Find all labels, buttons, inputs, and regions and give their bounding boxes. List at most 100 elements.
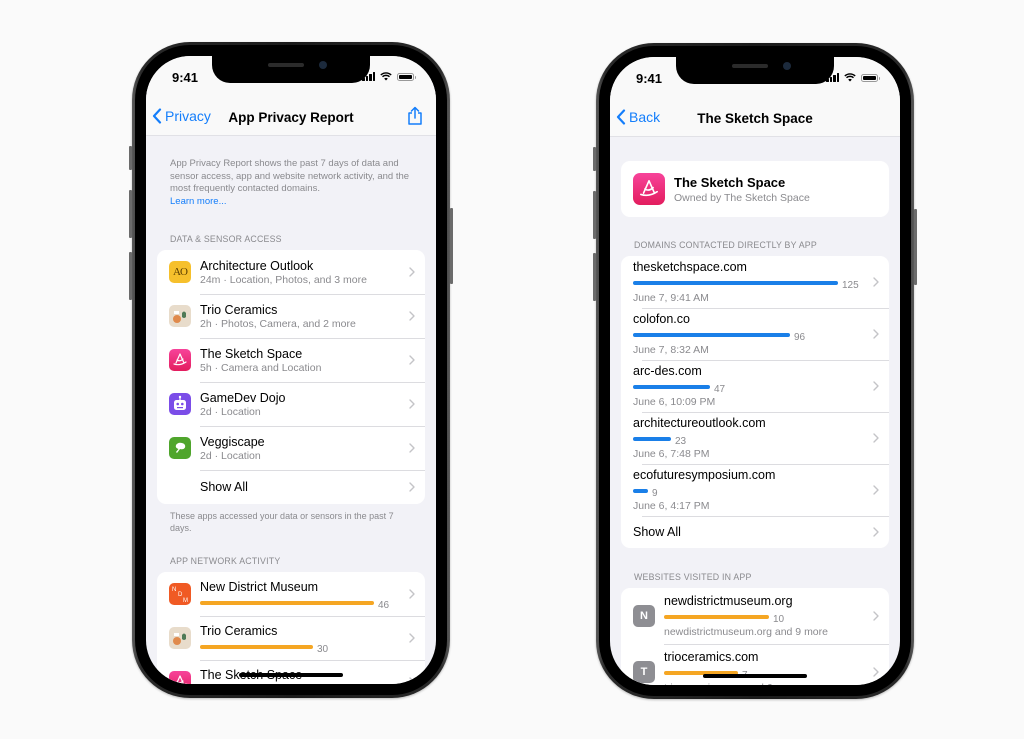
intro-description: App Privacy Report shows the past 7 days… — [170, 158, 410, 194]
sketch-space-app-icon — [633, 173, 665, 205]
app-name: Architecture Outlook — [200, 258, 314, 273]
domain-row[interactable]: architectureoutlook.com 23 June 6, 7:48 … — [621, 412, 889, 464]
app-card: The Sketch Space Owned by The Sketch Spa… — [621, 161, 889, 217]
websites-list: N newdistrictmuseum.org 10 newdistrictmu… — [621, 588, 889, 685]
home-indicator[interactable] — [703, 674, 807, 678]
list-item[interactable]: The Sketch Space 25 — [157, 660, 425, 684]
show-all-button[interactable]: Show All — [621, 516, 889, 548]
app-name: The Sketch Space — [200, 346, 303, 361]
access-summary: 24m · Location, Photos, and 3 more — [200, 273, 367, 286]
app-name: Trio Ceramics — [200, 624, 278, 638]
domain-activity-bar — [633, 385, 710, 389]
website-row[interactable]: T trioceramics.com 7 trioceramics.com an… — [621, 644, 889, 685]
list-item[interactable]: AO Architecture Outlook 24m · Location, … — [157, 250, 425, 294]
list-item[interactable]: Trio Ceramics 2h · Photos, Camera, and 2… — [157, 294, 425, 338]
domain-last-contact: June 6, 10:09 PM — [633, 396, 716, 408]
trio-ceramics-app-icon — [169, 305, 191, 327]
svg-text:M: M — [183, 598, 188, 604]
domain-count: 47 — [714, 384, 726, 395]
power-button — [914, 209, 917, 285]
right-phone: 9:41 Back The Sketch Space The Sketch Sp… — [593, 43, 917, 699]
access-summary: 5h · Camera and Location — [200, 361, 322, 374]
data-sensor-footer: These apps accessed your data or sensors… — [170, 511, 394, 533]
status-time: 9:41 — [172, 70, 199, 85]
domain-row[interactable]: thesketchspace.com 125 June 7, 9:41 AM — [621, 256, 889, 308]
domain-last-contact: June 6, 7:48 PM — [633, 448, 710, 460]
chevron-right-icon — [873, 667, 879, 677]
website-name: trioceramics.com — [664, 650, 759, 664]
left-phone: 9:41 Privacy App Privacy Report App Priv… — [129, 42, 453, 698]
new-district-museum-app-icon: NDM — [169, 583, 191, 605]
chevron-right-icon — [409, 482, 415, 492]
learn-more-link[interactable]: Learn more... — [170, 196, 412, 209]
volume-down-button — [593, 253, 596, 301]
back-button[interactable]: Back — [616, 109, 660, 125]
activity-count: 30 — [317, 644, 329, 655]
domain-activity-bar — [633, 489, 648, 493]
navigation-bar: Privacy App Privacy Report — [146, 100, 436, 136]
architecture-outlook-app-icon: AO — [169, 261, 191, 283]
data-sensor-list: AO Architecture Outlook 24m · Location, … — [157, 250, 425, 504]
app-name: New District Museum — [200, 580, 319, 594]
domain-name: ecofuturesymposium.com — [633, 468, 776, 482]
app-card-name: The Sketch Space — [674, 174, 786, 190]
chevron-right-icon — [409, 443, 415, 453]
svg-text:N: N — [172, 587, 176, 593]
share-icon[interactable] — [406, 106, 424, 126]
notch — [676, 57, 834, 84]
app-card-owner: Owned by The Sketch Space — [674, 191, 810, 204]
domain-row[interactable]: ecofuturesymposium.com 9 June 6, 4:17 PM — [621, 464, 889, 516]
battery-icon — [397, 72, 416, 81]
chevron-right-icon — [873, 611, 879, 621]
list-item[interactable]: Veggiscape 2d · Location — [157, 426, 425, 470]
chevron-right-icon — [873, 329, 879, 339]
access-summary: 2d · Location — [200, 449, 261, 462]
left-screen: 9:41 Privacy App Privacy Report App Priv… — [146, 56, 436, 684]
activity-bar — [200, 645, 313, 649]
domain-activity-bar — [633, 333, 790, 337]
website-row[interactable]: N newdistrictmuseum.org 10 newdistrictmu… — [621, 588, 889, 644]
chevron-right-icon — [409, 355, 415, 365]
list-item[interactable]: Trio Ceramics 30 — [157, 616, 425, 660]
back-label: Back — [629, 109, 661, 125]
show-all-label: Show All — [633, 525, 681, 539]
volume-down-button — [129, 252, 132, 300]
domains-header: Domains Contacted Directly by App — [634, 240, 817, 250]
domain-name: architectureoutlook.com — [633, 416, 766, 430]
domain-activity-bar — [633, 281, 838, 285]
chevron-right-icon — [409, 399, 415, 409]
website-letter-icon: N — [633, 605, 655, 627]
home-indicator[interactable] — [239, 673, 343, 677]
back-label: Privacy — [165, 108, 211, 124]
list-item[interactable]: NDM New District Museum 46 — [157, 572, 425, 616]
volume-up-button — [593, 191, 596, 239]
veggiscape-app-icon — [169, 437, 191, 459]
chevron-right-icon — [873, 485, 879, 495]
domain-last-contact: June 7, 9:41 AM — [633, 292, 709, 304]
website-name: newdistrictmuseum.org — [664, 594, 793, 608]
back-button[interactable]: Privacy — [152, 108, 211, 124]
chevron-right-icon — [873, 381, 879, 391]
chevron-right-icon — [873, 527, 879, 537]
chevron-left-icon — [152, 108, 162, 124]
chevron-right-icon — [873, 277, 879, 287]
notch — [212, 56, 370, 83]
list-item[interactable]: GameDev Dojo 2d · Location — [157, 382, 425, 426]
chevron-right-icon — [873, 433, 879, 443]
domain-count: 125 — [842, 280, 859, 291]
list-item[interactable]: The Sketch Space 5h · Camera and Locatio… — [157, 338, 425, 382]
website-activity-bar — [664, 615, 769, 619]
chevron-left-icon — [616, 109, 626, 125]
domain-row[interactable]: arc-des.com 47 June 6, 10:09 PM — [621, 360, 889, 412]
app-name: Trio Ceramics — [200, 302, 278, 317]
network-activity-list: NDM New District Museum 46 Trio Ceramics… — [157, 572, 425, 684]
show-all-button[interactable]: Show All — [157, 470, 425, 504]
right-screen: 9:41 Back The Sketch Space The Sketch Sp… — [610, 57, 900, 685]
show-all-label: Show All — [200, 480, 248, 494]
activity-bar — [200, 601, 374, 605]
website-detail: newdistrictmuseum.org and 9 more — [664, 626, 828, 638]
domain-row[interactable]: colofon.co 96 June 7, 8:32 AM — [621, 308, 889, 360]
website-letter-icon: T — [633, 661, 655, 683]
chevron-right-icon — [409, 589, 415, 599]
domain-count: 9 — [652, 488, 658, 499]
